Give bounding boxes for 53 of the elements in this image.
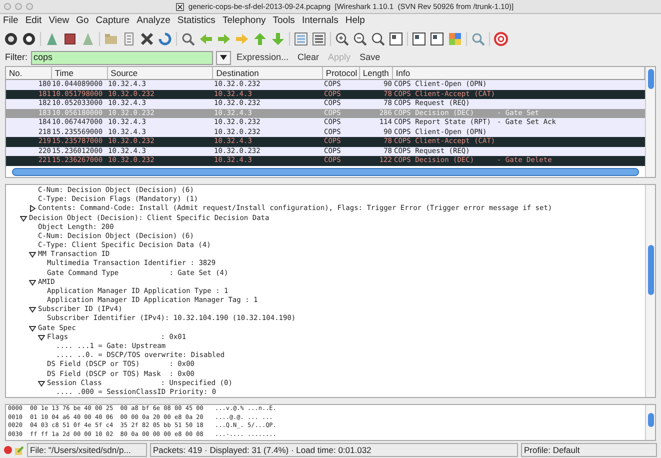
expanded-triangle-icon[interactable] [20,214,27,222]
menu-item[interactable]: Capture [96,14,130,29]
zoom-in-icon[interactable] [335,32,349,46]
menu-item[interactable]: Help [345,14,365,29]
expanded-triangle-icon[interactable] [29,278,36,286]
stop-icon[interactable] [63,32,77,46]
menu-item[interactable]: Analyze [136,14,170,29]
expanded-triangle-icon[interactable] [38,380,45,387]
menu-item[interactable]: Statistics [177,14,216,29]
edit-comment-icon[interactable] [15,446,24,454]
options-icon[interactable] [22,32,36,46]
menu-item[interactable]: File [3,14,18,29]
filter-field[interactable]: cops [30,50,212,64]
expanded-triangle-icon[interactable] [29,306,36,314]
dropdown-button[interactable] [216,50,230,64]
search-icon[interactable] [181,32,195,46]
interfaces-icon[interactable] [4,32,18,46]
caret-icon [220,55,226,60]
menu-item[interactable]: Go [76,14,89,29]
column-header[interactable]: Source [108,67,214,79]
column-header[interactable]: Time [52,67,108,79]
menu-item[interactable]: Tools [272,14,295,29]
expert-info-icon[interactable] [4,446,12,454]
menu-item[interactable]: View [48,14,70,29]
filter-label: Filter: [5,50,28,64]
column-header[interactable]: No. [6,67,52,79]
x-window-icon [176,2,184,10]
reload-icon[interactable] [158,32,172,46]
collapsed-triangle-icon[interactable] [29,205,36,212]
vertical-scrollbar[interactable] [645,185,655,397]
column-header[interactable]: Protocol [322,67,360,79]
filter-button[interactable]: Clear [294,50,322,64]
filter-button[interactable]: Expression... [234,50,292,64]
coloring-rules-icon[interactable] [448,32,462,46]
vertical-scrollbar[interactable] [645,405,655,440]
zoom-out-icon[interactable] [353,32,367,46]
horizontal-scrollbar[interactable] [12,168,639,176]
menu-item[interactable]: Internals [302,14,338,29]
expanded-triangle-icon[interactable] [29,324,36,332]
zoom-reset-icon[interactable] [371,32,385,46]
status-file: File: "/Users/xsited/sdn/p... [27,442,147,458]
filter-button[interactable]: Save [356,50,384,64]
status-packets: Packets: 419 · Displayed: 31 (7.4%) · Load time: 0:01.032 [150,442,518,458]
column-header[interactable]: Length [360,67,393,79]
vertical-scrollbar[interactable] [645,67,655,177]
help-icon[interactable] [494,32,508,46]
expanded-triangle-icon[interactable] [38,334,45,341]
column-header[interactable]: Destination [213,67,323,79]
menu-item[interactable]: Edit [25,14,42,29]
close-icon[interactable] [140,32,154,46]
status-profile: Profile: Default [521,442,657,458]
menu-item[interactable]: Telephony [222,14,266,29]
expanded-triangle-icon[interactable] [29,251,36,258]
